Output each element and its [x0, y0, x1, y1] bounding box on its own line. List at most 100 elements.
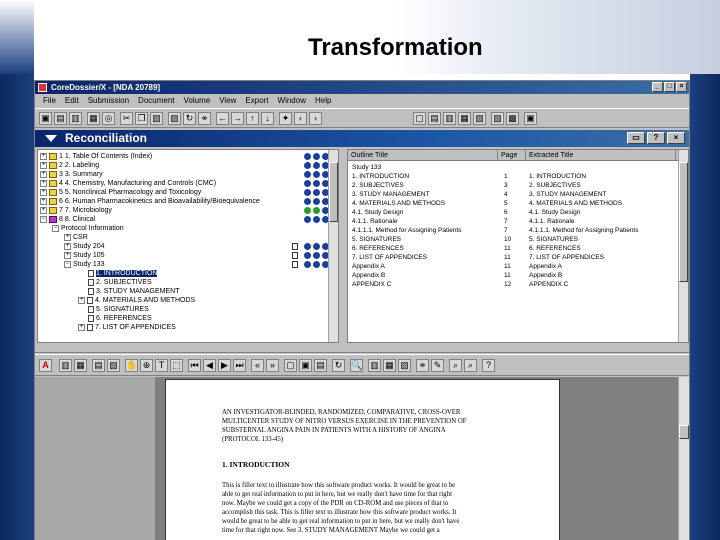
- text-select-icon[interactable]: T: [155, 359, 168, 372]
- window-titlebar[interactable]: CoreDossier/X - [NDA 20789] _ □ ×: [35, 81, 689, 94]
- expand-icon[interactable]: +: [40, 152, 47, 160]
- pdf-page[interactable]: AN INVESTIGATOR-BLINDED, RANDOMIZED, COM…: [165, 379, 560, 540]
- outline-scroll-thumb[interactable]: [679, 162, 688, 282]
- view-c-icon[interactable]: ▧: [398, 359, 411, 372]
- expand-icon[interactable]: +: [40, 170, 47, 178]
- open-icon[interactable]: ▤: [54, 112, 67, 125]
- link-icon[interactable]: ⚭: [198, 112, 211, 125]
- expand-icon[interactable]: +: [64, 242, 71, 250]
- tree-item[interactable]: +4. MATERIALS AND METHODS: [78, 296, 195, 305]
- link-tool-icon[interactable]: ⚭: [416, 359, 429, 372]
- prev-icon[interactable]: ‹: [294, 112, 307, 125]
- pane-splitter[interactable]: [35, 349, 689, 353]
- col-extracted-title[interactable]: Extracted Title: [526, 150, 676, 161]
- pdf-scrollbar[interactable]: [678, 377, 689, 540]
- pdf-scroll-thumb[interactable]: [679, 425, 689, 439]
- table-row[interactable]: 4.1. Study Design 6 4.1. Study Design: [348, 208, 678, 217]
- zoom-tool-icon[interactable]: ⊕: [140, 359, 153, 372]
- menu-export[interactable]: Export: [245, 95, 268, 107]
- menu-submission[interactable]: Submission: [88, 95, 129, 107]
- tree-item[interactable]: +6 6. Human Pharmacokinetics and Bioavai…: [40, 197, 260, 206]
- collapse-triangle-icon[interactable]: [45, 135, 57, 142]
- view-a-icon[interactable]: ▥: [368, 359, 381, 372]
- save-icon[interactable]: ▥: [69, 112, 82, 125]
- collapse-icon[interactable]: −: [52, 224, 59, 232]
- expand-icon[interactable]: +: [40, 179, 47, 187]
- menu-edit[interactable]: Edit: [65, 95, 79, 107]
- tree-scrollbar[interactable]: [328, 150, 338, 342]
- expand-icon[interactable]: +: [64, 233, 71, 241]
- properties-icon[interactable]: ▨: [168, 112, 181, 125]
- rotate-icon[interactable]: ↻: [332, 359, 345, 372]
- expand-icon[interactable]: +: [40, 206, 47, 214]
- table-row[interactable]: Appendix B 11 Appendix B: [348, 271, 678, 280]
- up-icon[interactable]: ↑: [246, 112, 259, 125]
- expand-icon[interactable]: +: [64, 251, 71, 259]
- pdf-thumbs-icon[interactable]: ▧: [107, 359, 120, 372]
- expand-icon[interactable]: +: [78, 323, 85, 331]
- menu-volume[interactable]: Volume: [184, 95, 211, 107]
- table-row[interactable]: 6. REFERENCES 11 6. REFERENCES: [348, 244, 678, 253]
- first-page-icon[interactable]: ⏮: [188, 359, 201, 372]
- view-b-icon[interactable]: ▦: [383, 359, 396, 372]
- col-page[interactable]: Page: [498, 150, 526, 161]
- tree-item[interactable]: − Study 133: [64, 260, 105, 269]
- tree-scroll-thumb[interactable]: [329, 162, 338, 222]
- tool-h-icon[interactable]: ▣: [524, 112, 537, 125]
- tree-item[interactable]: +3 3. Summary: [40, 170, 103, 179]
- collapse-icon[interactable]: −: [64, 260, 71, 268]
- tree-item[interactable]: 2. SUBJECTIVES: [88, 278, 152, 287]
- tree-item[interactable]: − Protocol Information: [52, 224, 124, 233]
- tool-c-icon[interactable]: ▥: [443, 112, 456, 125]
- minimize-button[interactable]: _: [652, 82, 663, 92]
- go-forward-icon[interactable]: »: [266, 359, 279, 372]
- graphics-select-icon[interactable]: ⬚: [170, 359, 183, 372]
- panel-restore-button[interactable]: ▭: [627, 132, 645, 144]
- table-row[interactable]: 4. MATERIALS AND METHODS 5 4. MATERIALS AN…: [348, 199, 678, 208]
- tree-item[interactable]: 6. REFERENCES: [88, 314, 152, 323]
- fit-page-icon[interactable]: ▣: [299, 359, 312, 372]
- outline-scrollbar[interactable]: [678, 150, 688, 342]
- back-icon[interactable]: ←: [216, 112, 229, 125]
- tool-a-icon[interactable]: ▢: [413, 112, 426, 125]
- tree-item[interactable]: + CSR: [64, 233, 88, 242]
- maximize-button[interactable]: □: [664, 82, 675, 92]
- tool-f-icon[interactable]: ▨: [491, 112, 504, 125]
- forward-icon[interactable]: →: [231, 112, 244, 125]
- tree-item[interactable]: +2 2. Labeling: [40, 161, 99, 170]
- table-row[interactable]: Study 133: [348, 163, 678, 172]
- binoculars-icon[interactable]: ⌕: [449, 359, 462, 372]
- tool-b-icon[interactable]: ▤: [428, 112, 441, 125]
- menu-file[interactable]: File: [43, 95, 56, 107]
- cut-icon[interactable]: ✂: [120, 112, 133, 125]
- tree-item[interactable]: +4 4. Chemistry, Manufacturing and Contr…: [40, 179, 216, 188]
- tool-g-icon[interactable]: ▩: [506, 112, 519, 125]
- table-row[interactable]: 1. INTRODUCTION 1 1. INTRODUCTION: [348, 172, 678, 181]
- fit-width-icon[interactable]: ▤: [314, 359, 327, 372]
- prev-page-icon[interactable]: ◀: [203, 359, 216, 372]
- paste-icon[interactable]: ▧: [150, 112, 163, 125]
- tree-item[interactable]: 5. SIGNATURES: [88, 305, 149, 314]
- tree-item[interactable]: + Study 204: [64, 242, 105, 251]
- last-page-icon[interactable]: ⏭: [233, 359, 246, 372]
- find-icon[interactable]: ◎: [102, 112, 115, 125]
- table-row[interactable]: 2. SUBJECTIVES 3 2. SUBJECTIVES: [348, 181, 678, 190]
- note-tool-icon[interactable]: ✎: [431, 359, 444, 372]
- col-outline-title[interactable]: Outline Title: [348, 150, 498, 161]
- tree-item[interactable]: +7 7. Microbiology: [40, 206, 112, 215]
- table-row[interactable]: 5. SIGNATURES 10 5. SIGNATURES: [348, 235, 678, 244]
- tree-item[interactable]: +5 5. Nonclinical Pharmacology and Toxic…: [40, 188, 201, 197]
- expand-icon[interactable]: +: [40, 161, 47, 169]
- tree-item[interactable]: 3. STUDY MANAGEMENT: [88, 287, 180, 296]
- refresh-icon[interactable]: ↻: [183, 112, 196, 125]
- help-icon[interactable]: ?: [482, 359, 495, 372]
- table-row[interactable]: 3. STUDY MANAGEMENT 4 3. STUDY MANAGEMENT: [348, 190, 678, 199]
- panel-close-button[interactable]: ×: [667, 132, 685, 144]
- tree-item[interactable]: +1 1. Table Of Contents (Index): [40, 152, 152, 161]
- close-button[interactable]: ×: [676, 82, 687, 92]
- tree-item[interactable]: 1. INTRODUCTION: [88, 269, 158, 278]
- expand-icon[interactable]: +: [40, 197, 47, 205]
- tool-e-icon[interactable]: ▧: [473, 112, 486, 125]
- panel-help-button[interactable]: ?: [647, 132, 665, 144]
- table-row[interactable]: 7. LIST OF APPENDICES 11 7. LIST OF APPEND…: [348, 253, 678, 262]
